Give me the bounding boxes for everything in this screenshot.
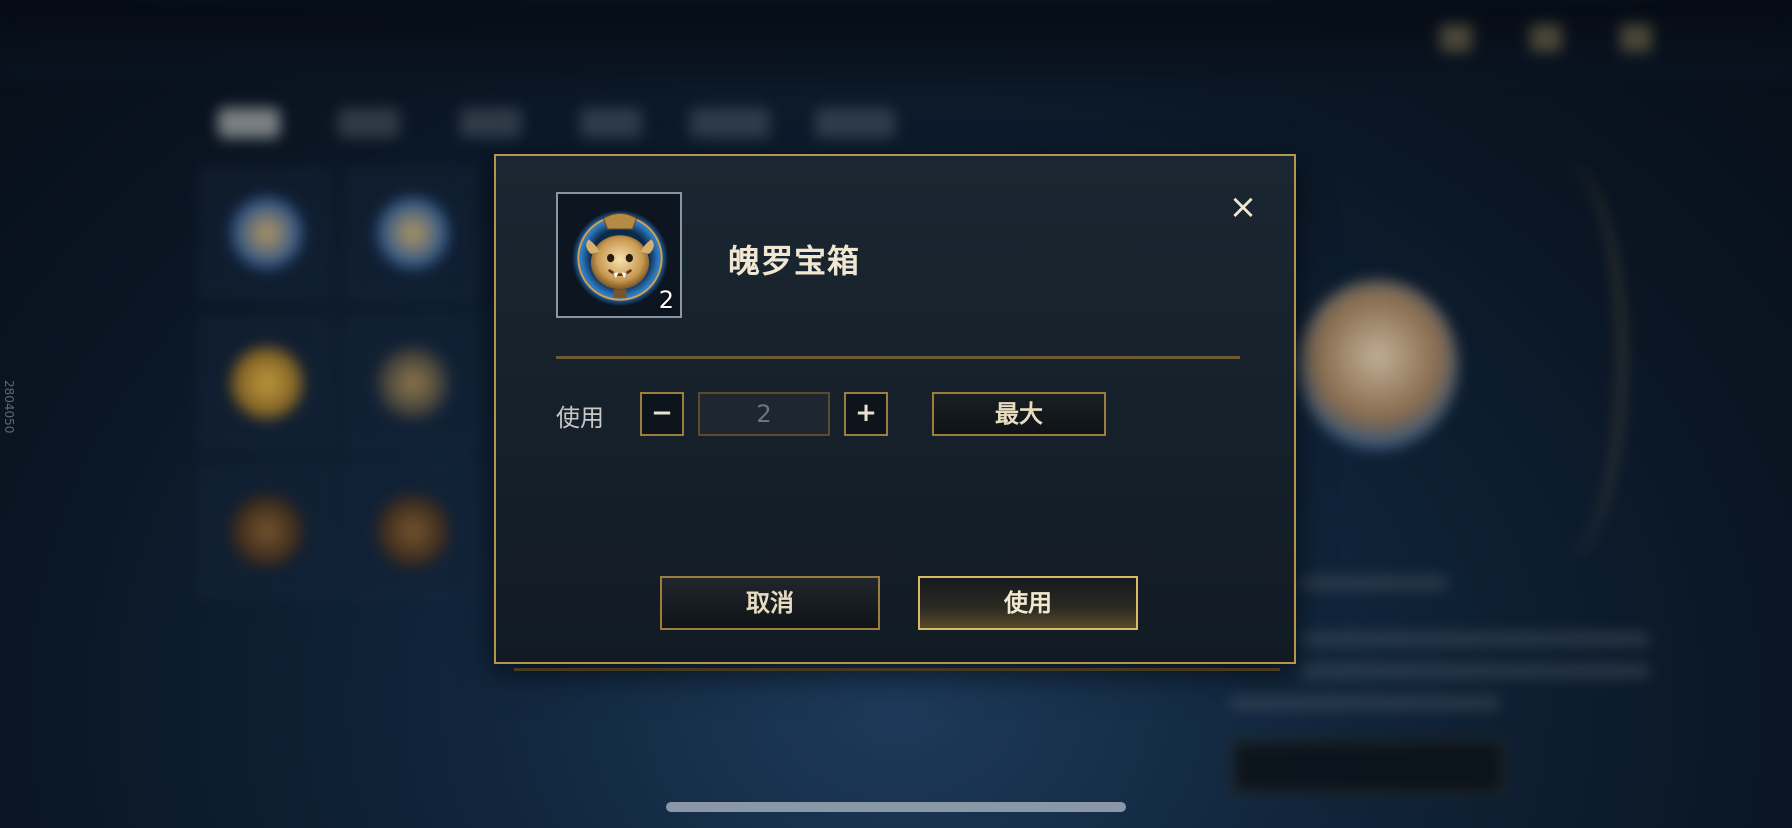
background-item-cell: [346, 318, 476, 448]
background-text: [1300, 664, 1650, 678]
max-quantity-button[interactable]: 最大: [932, 392, 1106, 436]
background-tab: [460, 108, 522, 138]
quantity-input[interactable]: 2: [698, 392, 830, 436]
background-item-cell: [346, 466, 476, 596]
item-name-title: 魄罗宝箱: [728, 242, 861, 280]
use-quantity-label: 使用: [556, 404, 604, 432]
background-item-cell: [200, 168, 330, 298]
decrease-quantity-button[interactable]: −: [640, 392, 684, 436]
background-tab: [580, 108, 642, 138]
background-item-preview: [1298, 280, 1458, 450]
background-top-icon: [1440, 24, 1472, 52]
background-tab: [815, 108, 895, 138]
close-icon[interactable]: ×: [1226, 190, 1260, 224]
background-top-bar: [0, 0, 1792, 80]
item-count-badge: 2: [658, 286, 674, 314]
background-text: [1300, 632, 1650, 646]
background-tab: [690, 108, 770, 138]
background-button: [1232, 740, 1504, 794]
use-item-dialog: 2 魄罗宝箱 × 使用 − 2 + 最大 取消 使用: [494, 154, 1296, 664]
background-top-icon: [1620, 24, 1652, 52]
background-tab: [338, 108, 400, 138]
background-item-cell: [346, 168, 476, 298]
cancel-button[interactable]: 取消: [660, 576, 880, 630]
background-item-cell: [200, 466, 330, 596]
dialog-divider: [556, 356, 1240, 359]
poro-chest-icon: [572, 210, 668, 306]
background-text: [1300, 576, 1448, 590]
item-icon-frame: 2: [556, 192, 682, 318]
background-item-cell: [200, 318, 330, 448]
dialog-bottom-edge: [514, 668, 1280, 671]
increase-quantity-button[interactable]: +: [844, 392, 888, 436]
home-indicator-bar[interactable]: [666, 802, 1126, 812]
background-text: [1230, 696, 1500, 710]
background-arc: [1500, 160, 1624, 560]
background-tab: [218, 108, 280, 138]
confirm-use-button[interactable]: 使用: [918, 576, 1138, 630]
background-top-icon: [1530, 24, 1562, 52]
side-id-label: 2804050: [2, 380, 16, 434]
